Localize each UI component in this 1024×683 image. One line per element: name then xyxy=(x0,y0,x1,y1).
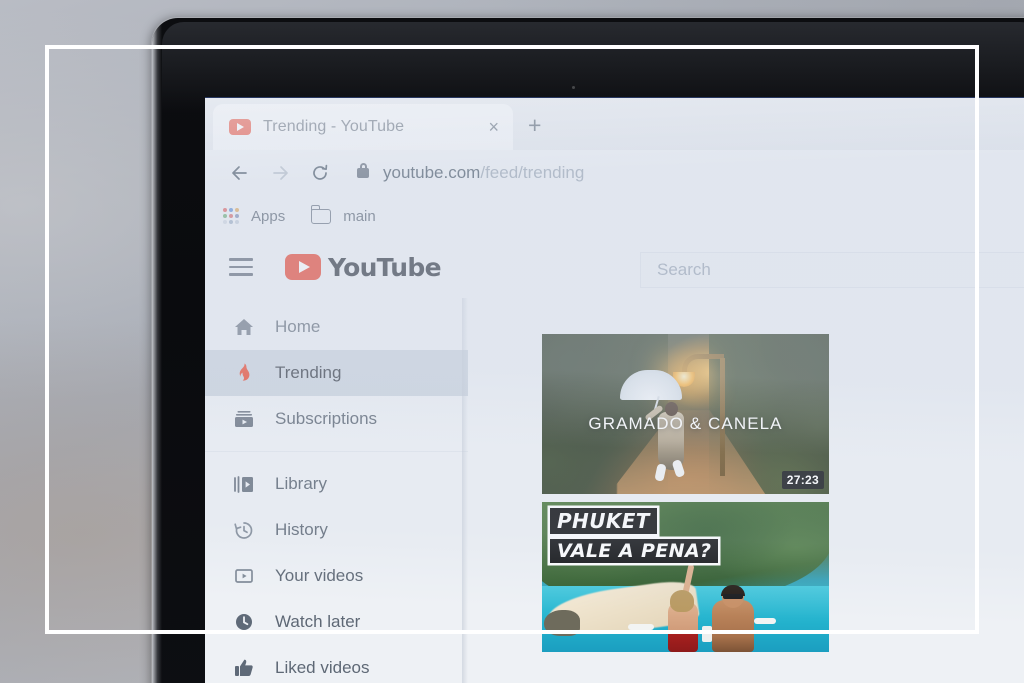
history-icon xyxy=(233,519,259,541)
video-card[interactable]: PHUKET VALE A PENA? xyxy=(542,502,829,652)
thumb-woman-hair xyxy=(670,590,694,612)
sidebar-label-your-videos: Your videos xyxy=(275,566,364,585)
thumb-boat xyxy=(628,624,654,630)
watch-later-icon xyxy=(233,611,259,633)
url-domain: youtube.com xyxy=(383,163,481,182)
new-tab-button[interactable]: + xyxy=(528,114,541,137)
lock-icon xyxy=(357,163,369,178)
youtube-logo[interactable]: YouTube xyxy=(285,252,442,282)
close-icon[interactable]: × xyxy=(484,116,503,138)
sidebar-item-watch-later[interactable]: Watch later xyxy=(205,599,468,645)
search-input[interactable]: Search xyxy=(640,252,1024,288)
sidebar-divider xyxy=(205,451,468,452)
video-feed: GRAMADO & CANELA 27:23 PHUKET VALE A PEN… xyxy=(468,298,1024,683)
thumb-person xyxy=(644,398,692,482)
browser-toolbar: youtube.com/feed/trending xyxy=(205,150,1024,196)
laptop-edge-highlight xyxy=(152,18,162,683)
home-icon xyxy=(233,316,259,338)
video-thumbnail[interactable]: GRAMADO & CANELA 27:23 xyxy=(542,334,829,494)
bookmark-main-label[interactable]: main xyxy=(343,208,376,225)
browser-tabstrip: Trending - YouTube × + xyxy=(205,98,1024,150)
trending-flame-icon xyxy=(233,362,259,384)
thumbnail-overlay-title: PHUKET VALE A PENA? xyxy=(550,508,719,563)
thumb-person-leg xyxy=(654,463,667,482)
sidebar-item-library[interactable]: Library xyxy=(205,461,468,507)
library-icon xyxy=(233,473,259,495)
thumbnail-overlay-title: GRAMADO & CANELA xyxy=(588,414,783,433)
thumbnail-title-line1: PHUKET xyxy=(550,508,657,534)
url-path: /feed/trending xyxy=(480,163,585,182)
youtube-body: Home Trending Subscriptions Library Hist… xyxy=(205,298,1024,683)
folder-icon[interactable] xyxy=(310,204,332,224)
video-card[interactable]: GRAMADO & CANELA 27:23 xyxy=(542,334,829,494)
sidebar-label-watch-later: Watch later xyxy=(275,612,361,631)
browser-tab-active[interactable]: Trending - YouTube × xyxy=(213,104,513,150)
youtube-favicon-icon xyxy=(229,119,251,135)
youtube-masthead: YouTube Search xyxy=(205,236,1024,298)
video-duration-badge: 27:23 xyxy=(781,471,824,489)
sidebar-label-library: Library xyxy=(275,474,327,493)
search-placeholder: Search xyxy=(657,260,711,279)
sidebar-item-history[interactable]: History xyxy=(205,507,468,553)
thumb-man-sunglasses xyxy=(723,594,743,599)
url-text: youtube.com/feed/trending xyxy=(383,163,584,183)
bookmarks-bar: Apps main xyxy=(205,196,1024,236)
thumbnail-title-line2: VALE A PENA? xyxy=(550,539,719,563)
sidebar-label-trending: Trending xyxy=(275,363,342,382)
address-bar[interactable]: youtube.com/feed/trending xyxy=(357,163,1024,183)
sidebar-label-history: History xyxy=(275,520,328,539)
youtube-page: YouTube Search Home Trending Subscriptio… xyxy=(205,236,1024,683)
thumb-couple xyxy=(654,563,766,652)
sidebar-label-liked-videos: Liked videos xyxy=(275,658,370,677)
your-videos-icon xyxy=(233,565,259,587)
youtube-logo-text: YouTube xyxy=(328,252,442,282)
forward-arrow-icon xyxy=(263,156,297,190)
bezel-speck xyxy=(572,86,575,89)
thumb-rock xyxy=(544,610,580,636)
youtube-sidebar: Home Trending Subscriptions Library Hist… xyxy=(205,298,468,683)
back-arrow-icon[interactable] xyxy=(223,156,257,190)
sidebar-item-your-videos[interactable]: Your videos xyxy=(205,553,468,599)
thumb-drink-cup xyxy=(702,626,712,642)
bookmark-apps-label[interactable]: Apps xyxy=(251,208,285,225)
sidebar-item-liked-videos[interactable]: Liked videos xyxy=(205,645,468,683)
thumb-person-leg xyxy=(671,459,686,478)
hamburger-menu-icon[interactable] xyxy=(229,253,253,281)
reload-icon[interactable] xyxy=(303,156,337,190)
sidebar-item-trending[interactable]: Trending xyxy=(205,350,468,396)
screenshot-stage: Trending - YouTube × + youtube.com/feed/… xyxy=(0,0,1024,683)
youtube-play-icon xyxy=(285,254,321,280)
sidebar-item-subscriptions[interactable]: Subscriptions xyxy=(205,396,468,442)
subscriptions-icon xyxy=(233,408,259,430)
video-thumbnail[interactable]: PHUKET VALE A PENA? xyxy=(542,502,829,652)
laptop-screen: Trending - YouTube × + youtube.com/feed/… xyxy=(205,98,1024,683)
liked-videos-icon xyxy=(233,657,259,679)
sidebar-label-subscriptions: Subscriptions xyxy=(275,409,378,428)
apps-grid-icon[interactable] xyxy=(223,208,239,224)
sidebar-label-home: Home xyxy=(275,317,321,336)
sidebar-item-home[interactable]: Home xyxy=(205,304,468,350)
tab-title: Trending - YouTube xyxy=(263,118,405,135)
